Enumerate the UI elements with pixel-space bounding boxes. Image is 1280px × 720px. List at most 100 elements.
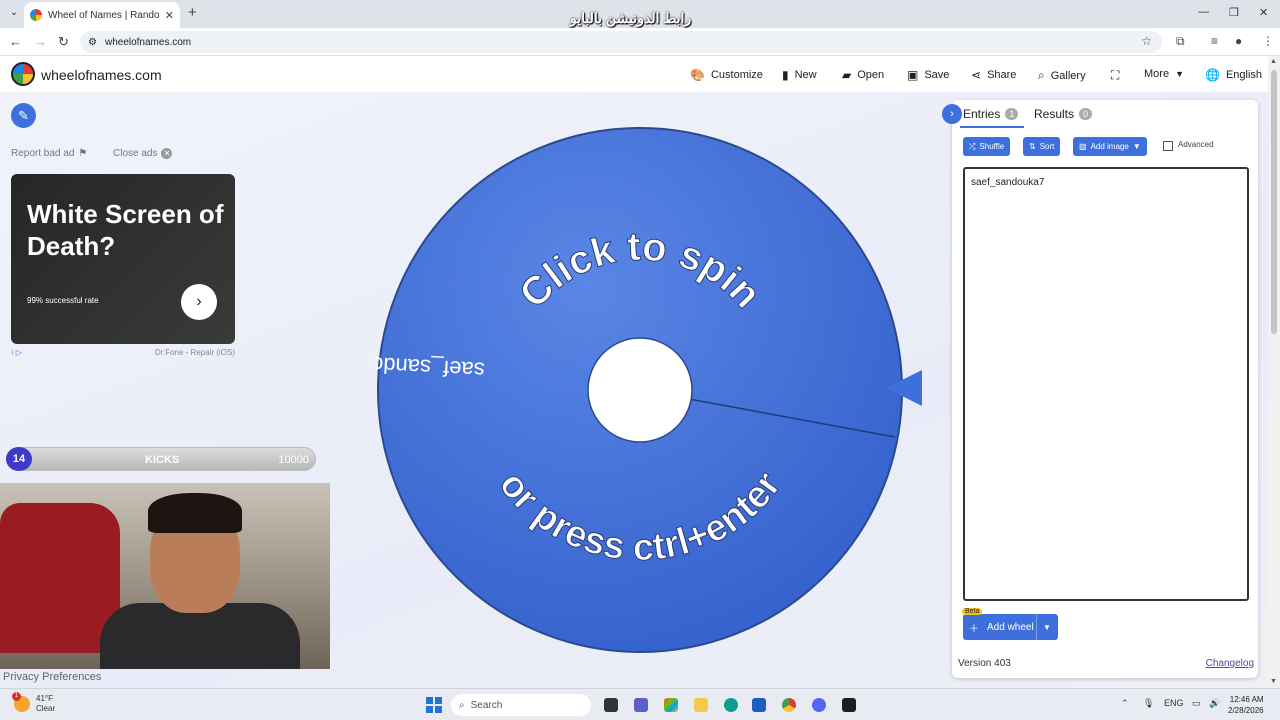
language-button[interactable]: 🌐 English <box>1205 68 1262 82</box>
shuffle-button[interactable]: ⤮ Shuffle <box>963 137 1011 156</box>
search-icon: ⌕ <box>1038 68 1045 82</box>
scrollbar-thumb[interactable] <box>1271 70 1277 334</box>
chevron-down-icon: ▼ <box>1175 69 1184 79</box>
browser-tab-strip: ⌄ Wheel of Names | Random nam ✕ + رابط ا… <box>0 0 1280 28</box>
brand-name[interactable]: wheelofnames.com <box>41 67 162 83</box>
spin-wheel[interactable]: Click to spin or press ctrl+enter saef_s… <box>323 125 905 655</box>
folder-icon: ▰ <box>842 68 852 82</box>
tab-search-icon[interactable]: ⌄ <box>6 5 22 21</box>
weather-widget[interactable]: 1 41°F Clear <box>12 692 56 714</box>
taskbar-clock[interactable]: 12:46 AM 2/28/2026 <box>1228 694 1264 716</box>
privacy-preferences-link[interactable]: Privacy Preferences <box>3 671 101 683</box>
advertisement[interactable]: White Screen of Death? 99% successful ra… <box>11 174 235 344</box>
forward-icon[interactable]: → <box>34 34 47 49</box>
changelog-link[interactable]: Changelog <box>1206 658 1254 669</box>
report-bad-ad-link[interactable]: Report bad ad ⚑ <box>11 148 87 159</box>
report-bad-ad-label: Report bad ad <box>11 148 75 159</box>
advanced-checkbox[interactable] <box>1163 141 1173 151</box>
kicks-label: KICKS <box>145 454 180 466</box>
app-icon[interactable] <box>842 698 856 712</box>
volume-icon[interactable]: 🔊 <box>1209 698 1220 709</box>
address-bar[interactable]: ⚙ wheelofnames.com ☆ <box>80 31 1162 53</box>
wheel-svg[interactable]: Click to spin or press ctrl+enter saef_s… <box>323 125 905 655</box>
sort-button[interactable]: ⇅ Sort <box>1023 137 1061 156</box>
open-label: Open <box>857 69 885 81</box>
profile-avatar[interactable]: ● <box>1235 34 1242 48</box>
add-wheel-button[interactable]: ＋ Add wheel ▼ <box>963 614 1058 640</box>
chevron-right-icon[interactable]: › <box>181 284 217 320</box>
network-icon[interactable]: ▭ <box>1192 698 1201 709</box>
tab-results[interactable]: Results 0 <box>1034 107 1093 121</box>
save-button[interactable]: ▣ Save <box>907 68 949 82</box>
wheel-logo-icon[interactable] <box>11 62 35 86</box>
share-icon: ⋖ <box>971 68 982 82</box>
search-icon: ⌕ <box>459 699 465 711</box>
customize-button[interactable]: 🎨 Customize <box>690 68 763 82</box>
scroll-up-icon[interactable]: ▲ <box>1270 58 1277 65</box>
close-window-icon[interactable]: ✕ <box>1259 6 1268 19</box>
share-button[interactable]: ⋖ Share <box>971 68 1016 82</box>
gallery-button[interactable]: ⌕ Gallery <box>1038 68 1086 83</box>
close-circle-icon: ✕ <box>161 148 173 159</box>
more-button[interactable]: More ▼ <box>1144 68 1184 80</box>
advanced-label: Advanced <box>1178 140 1214 149</box>
close-ads-link[interactable]: Close ads ✕ <box>113 148 173 159</box>
collapse-panel-button[interactable]: › <box>942 104 962 124</box>
weather-badge: 1 <box>12 692 21 701</box>
shuffle-icon: ⤮ <box>969 141 976 151</box>
shuffle-label: Shuffle <box>979 142 1005 151</box>
edge-icon[interactable] <box>724 698 738 712</box>
fullscreen-button[interactable]: ⛶ <box>1111 68 1119 83</box>
windows-start-icon[interactable] <box>426 697 442 713</box>
task-view-icon[interactable] <box>604 698 618 712</box>
extensions-icon[interactable]: ⧉ <box>1176 34 1185 49</box>
customize-label: Customize <box>710 69 763 81</box>
wheel-center-hub[interactable] <box>587 337 693 443</box>
chevron-down-icon: ▼ <box>1132 142 1141 151</box>
weather-condition: Clear <box>36 704 56 713</box>
bookmark-star-icon[interactable]: ☆ <box>1141 34 1152 48</box>
sort-icon: ⇅ <box>1029 142 1036 151</box>
reload-icon[interactable]: ↻ <box>58 34 69 50</box>
store-icon[interactable] <box>752 698 766 712</box>
language-indicator[interactable]: ENG <box>1164 698 1184 708</box>
site-info-icon[interactable]: ⚙ <box>88 37 97 48</box>
teams-icon[interactable] <box>634 698 648 712</box>
minimize-icon[interactable]: — <box>1198 6 1209 18</box>
new-button[interactable]: ▮ New <box>782 68 817 82</box>
flag-icon: ⚑ <box>78 148 88 159</box>
tab-entries[interactable]: Entries 1 <box>963 107 1019 121</box>
discord-icon[interactable] <box>812 698 826 712</box>
save-icon: ▣ <box>907 68 919 82</box>
add-image-button[interactable]: ▨ Add image ▼ <box>1073 137 1147 156</box>
file-icon: ▮ <box>782 68 789 82</box>
tray-chevron-icon[interactable]: ⌃ <box>1121 698 1129 709</box>
edit-pencil-button[interactable]: ✎ <box>11 103 36 128</box>
close-tab-icon[interactable]: ✕ <box>165 9 174 22</box>
reading-list-icon[interactable]: ≡ <box>1211 34 1218 48</box>
browser-toolbar: ← → ↻ ⚙ wheelofnames.com ☆ ⧉ ≡ ● ⋮ <box>0 28 1280 56</box>
page-scrollbar[interactable]: ▲ ▼ <box>1268 56 1280 688</box>
adchoices-icon[interactable]: ⁝ ▷ <box>11 348 22 357</box>
chrome-taskbar-icon[interactable] <box>782 698 796 712</box>
back-icon[interactable]: ← <box>9 34 22 49</box>
entries-textarea[interactable]: saef_sandouka7 <box>963 167 1249 601</box>
taskbar-search[interactable]: ⌕ Search <box>451 694 591 716</box>
microphone-icon[interactable]: 🎙 <box>1143 698 1154 709</box>
open-button[interactable]: ▰ Open <box>842 68 884 82</box>
new-tab-icon[interactable]: + <box>188 5 197 21</box>
file-explorer-icon[interactable] <box>694 698 708 712</box>
tab-title: Wheel of Names | Random nam <box>48 9 159 21</box>
chrome-menu-icon[interactable]: ⋮ <box>1262 34 1274 48</box>
restore-icon[interactable]: ❐ <box>1229 6 1239 19</box>
browser-tab[interactable]: Wheel of Names | Random nam ✕ <box>24 2 180 28</box>
copilot-icon[interactable] <box>664 698 678 712</box>
gallery-label: Gallery <box>1050 69 1086 82</box>
ad-subtext: 99% successful rate <box>27 296 99 305</box>
webcam-overlay <box>0 483 330 669</box>
add-wheel-dropdown-icon[interactable]: ▼ <box>1037 623 1057 632</box>
kicks-count: 14 <box>6 447 32 471</box>
results-count-badge: 0 <box>1079 108 1093 120</box>
page-body: ✎ Report bad ad ⚑ Close ads ✕ White Screen… <box>0 92 1268 688</box>
scroll-down-icon[interactable]: ▼ <box>1270 678 1277 685</box>
